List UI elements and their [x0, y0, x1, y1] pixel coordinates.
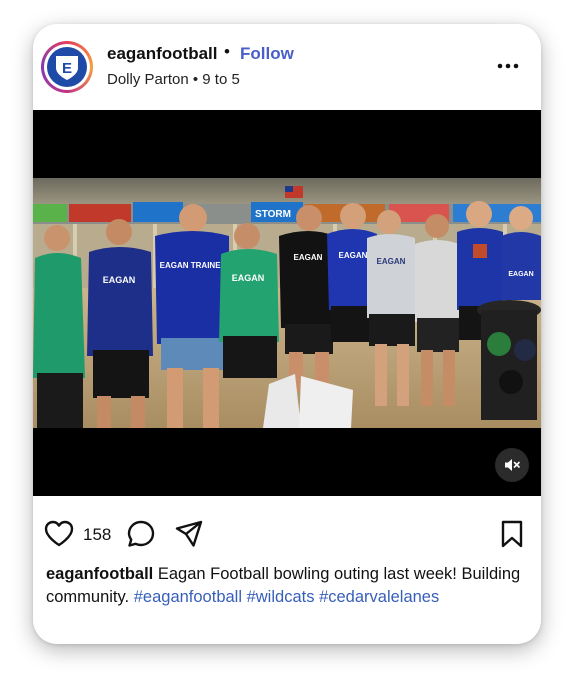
hashtag-link[interactable]: #wildcats	[247, 588, 315, 606]
like-count[interactable]: 158	[83, 525, 111, 545]
caption-username[interactable]: eaganfootball	[46, 565, 153, 583]
username-link[interactable]: eaganfootball	[107, 44, 218, 64]
team-photo: STORM EAGAN EAGAN TRAINER EAGAN EAGAN EA…	[33, 178, 541, 428]
svg-text:STORM: STORM	[255, 209, 291, 220]
hashtag-link[interactable]: #cedarvalelanes	[319, 588, 439, 606]
mute-toggle-button[interactable]	[495, 448, 529, 482]
instagram-post-card: E eaganfootball • Follow Dolly Parton • …	[33, 24, 541, 644]
heart-icon[interactable]	[43, 518, 75, 550]
muted-speaker-icon	[505, 459, 520, 471]
follow-button[interactable]: Follow	[240, 44, 294, 64]
svg-text:EAGAN: EAGAN	[103, 275, 136, 285]
svg-text:EAGAN: EAGAN	[377, 257, 406, 266]
team-logo: E	[47, 47, 87, 87]
more-horizontal-icon[interactable]	[495, 53, 521, 79]
eagan-shield-icon: E	[56, 56, 78, 80]
svg-text:EAGAN TRAINER: EAGAN TRAINER	[160, 261, 227, 270]
svg-text:E: E	[62, 60, 72, 77]
svg-text:EAGAN: EAGAN	[294, 253, 323, 262]
post-media[interactable]: STORM EAGAN EAGAN TRAINER EAGAN EAGAN EA…	[33, 110, 541, 496]
svg-text:EAGAN: EAGAN	[508, 271, 533, 278]
bowling-alley-scene: STORM EAGAN EAGAN TRAINER EAGAN EAGAN EA…	[33, 178, 541, 428]
comment-icon[interactable]	[125, 518, 157, 550]
svg-text:EAGAN: EAGAN	[339, 251, 368, 260]
separator-dot: •	[224, 42, 230, 61]
audio-track-label[interactable]: Dolly Parton • 9 to 5	[107, 71, 240, 88]
post-actions: 158	[33, 510, 541, 558]
post-caption: eaganfootball Eagan Football bowling out…	[46, 563, 526, 608]
svg-text:EAGAN: EAGAN	[232, 273, 265, 283]
bookmark-icon[interactable]	[496, 518, 528, 550]
avatar[interactable]: E	[41, 41, 93, 93]
post-header: E eaganfootball • Follow Dolly Parton • …	[33, 24, 541, 110]
hashtag-link[interactable]: #eaganfootball	[134, 588, 242, 606]
send-icon[interactable]	[173, 518, 205, 550]
